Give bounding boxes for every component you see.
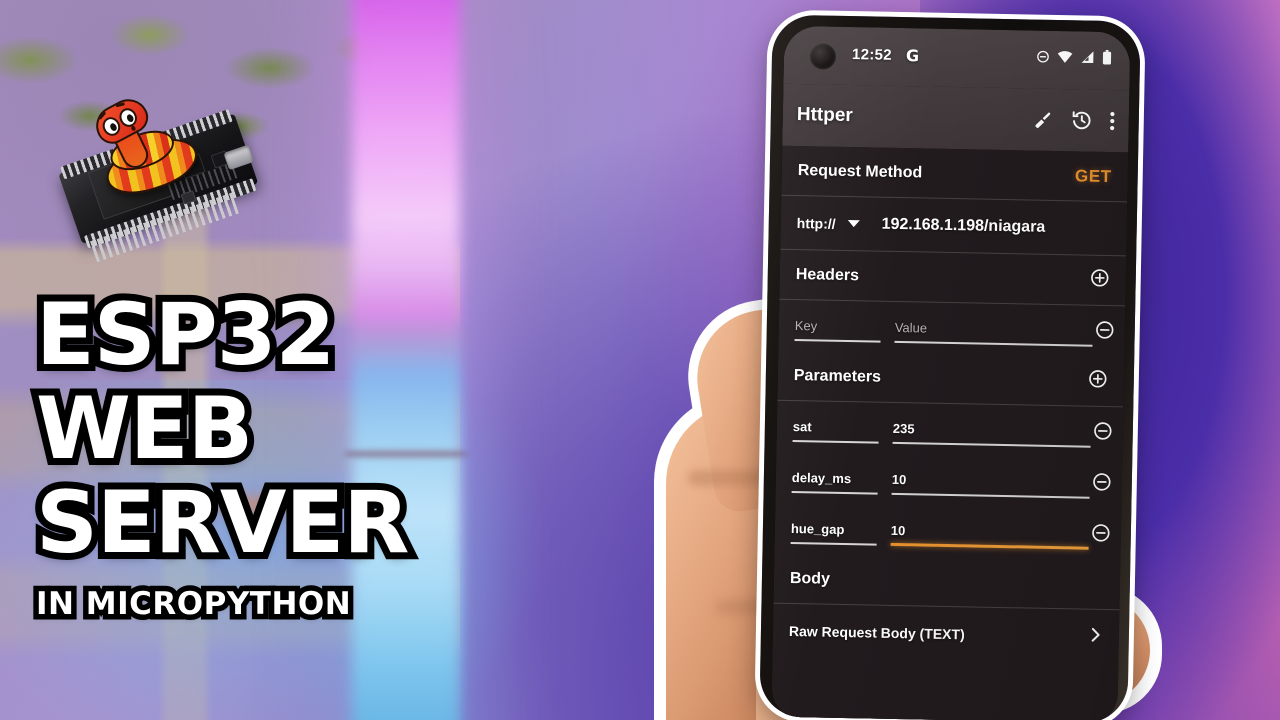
broom-icon[interactable] (1033, 109, 1054, 130)
parameter-key-text: delay_ms (791, 469, 852, 487)
chevron-down-icon[interactable] (847, 220, 860, 228)
title-line-2: WEB (29, 378, 260, 479)
parameter-value-input[interactable]: 10 (891, 522, 1089, 550)
parameter-key-text: hue_gap (790, 520, 845, 538)
phone-in-hand: 12:52 G Httper Request Method GET http:/… (596, 0, 1280, 720)
request-method-label: Request Method (797, 161, 923, 181)
status-icons (1036, 49, 1112, 65)
minus-circle-icon[interactable] (1091, 523, 1111, 548)
snake-nostril (130, 125, 137, 132)
overlay-subtitle: IN MICROPYTHON (31, 580, 357, 627)
parameters-label: Parameters (793, 366, 882, 386)
parameter-value-input[interactable]: 10 (892, 471, 1090, 499)
headers-section-row: Headers (779, 249, 1127, 307)
dnd-icon (1036, 49, 1050, 63)
raw-request-body-label: Raw Request Body (TEXT) (788, 622, 965, 643)
minus-circle-icon[interactable] (1093, 421, 1113, 446)
title-line-3: SERVER (29, 472, 416, 573)
app-title: Httper (796, 104, 854, 127)
header-value-text: Value (894, 319, 928, 336)
google-glyph-icon: G (905, 46, 920, 66)
parameter-row[interactable]: sat 235 (776, 401, 1123, 459)
plus-circle-icon[interactable] (1088, 369, 1108, 394)
header-key-input[interactable]: Key (795, 317, 881, 343)
parameter-row[interactable]: delay_ms 10 (775, 452, 1122, 510)
body-label: Body (789, 569, 831, 588)
esp32-board-graphic (48, 92, 268, 266)
parameter-key-input[interactable]: delay_ms (792, 469, 878, 495)
front-camera-punch-hole (809, 43, 837, 70)
overlay-title: ESP32 WEB SERVER IN MICROPYTHON (29, 285, 556, 627)
url-row[interactable]: http:// 192.168.1.198/niagara (780, 195, 1128, 257)
chevron-right-icon[interactable] (1089, 625, 1103, 648)
wifi-icon (1057, 50, 1073, 63)
status-time: 12:52 (851, 46, 893, 64)
url-input[interactable]: 192.168.1.198/niagara (881, 215, 1045, 236)
request-form: Request Method GET http:// 192.168.1.198… (771, 145, 1129, 720)
status-bar: 12:52 G (783, 25, 1131, 91)
plus-circle-icon[interactable] (1089, 268, 1109, 293)
history-icon[interactable] (1071, 109, 1093, 131)
parameter-value-text: 10 (891, 471, 907, 488)
parameter-row[interactable]: hue_gap 10 (774, 503, 1121, 561)
scheme-label[interactable]: http:// (797, 215, 836, 232)
request-method-value[interactable]: GET (1075, 166, 1112, 187)
parameter-value-text: 235 (892, 420, 915, 437)
parameter-value-text: 10 (890, 522, 906, 539)
parameter-key-input[interactable]: sat (793, 418, 879, 444)
snake-brow-right (115, 102, 126, 108)
signal-icon (1080, 50, 1095, 64)
headers-label: Headers (795, 265, 860, 284)
body-section-row: Body (773, 553, 1121, 611)
app-bar: Httper (782, 83, 1130, 153)
header-value-input[interactable]: Value (894, 319, 1092, 347)
smartphone: 12:52 G Httper Request Method GET http:/… (759, 14, 1141, 720)
header-row[interactable]: Key Value (778, 300, 1125, 358)
parameter-value-input[interactable]: 235 (893, 420, 1091, 448)
request-method-row[interactable]: Request Method GET (781, 145, 1129, 203)
parameter-key-input[interactable]: hue_gap (791, 520, 877, 546)
title-line-1: ESP32 (29, 285, 342, 385)
parameter-key-text: sat (792, 418, 812, 435)
raw-request-body-item[interactable]: Raw Request Body (TEXT) (772, 604, 1119, 665)
header-key-text: Key (794, 318, 818, 334)
parameters-section-row: Parameters (777, 350, 1125, 408)
micro-usb-port (223, 144, 254, 171)
minus-circle-icon[interactable] (1092, 472, 1112, 497)
battery-icon (1102, 49, 1112, 65)
phone-screen[interactable]: 12:52 G Httper Request Method GET http:/… (771, 25, 1131, 720)
overflow-menu-icon[interactable] (1110, 111, 1115, 131)
minus-circle-icon[interactable] (1094, 320, 1114, 345)
